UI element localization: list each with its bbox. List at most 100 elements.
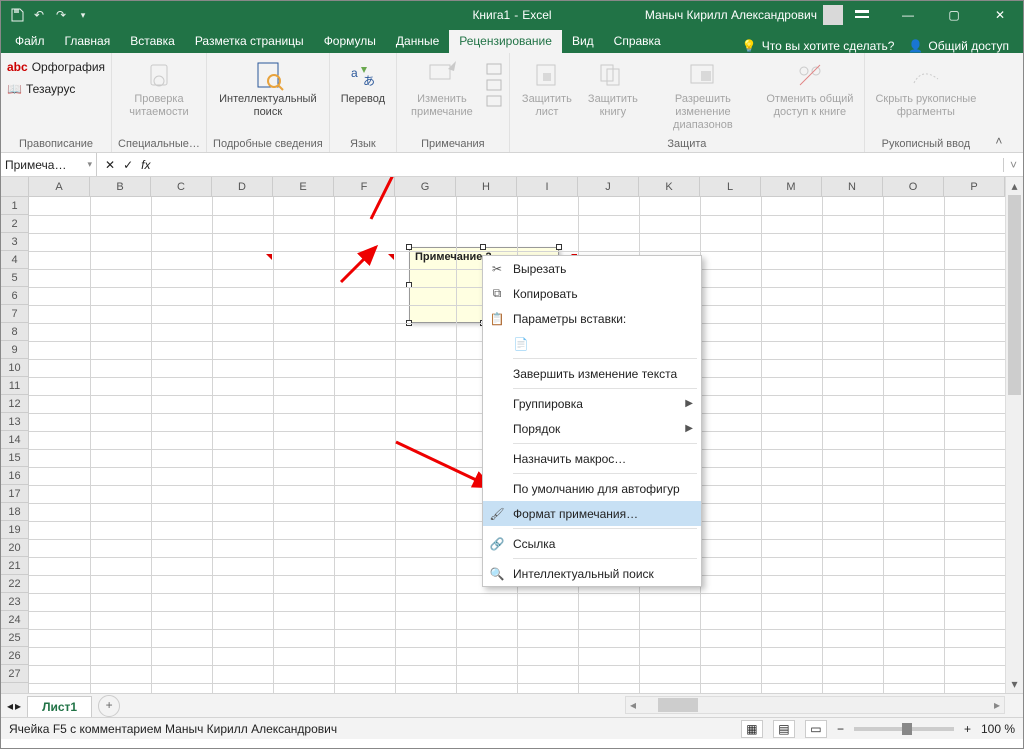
share-button[interactable]: 👤Общий доступ bbox=[908, 39, 1009, 53]
horizontal-scrollbar[interactable]: ◂▸ bbox=[625, 696, 1005, 714]
menu-smart-lookup[interactable]: 🔍Интеллектуальный поиск bbox=[483, 561, 701, 586]
title-bar: ↶ ↷ ▾ Книга1 - Excel Маныч Кирилл Алекса… bbox=[1, 1, 1023, 29]
select-all-triangle[interactable] bbox=[1, 177, 29, 197]
close-button[interactable]: ✕ bbox=[977, 1, 1023, 29]
menu-end-text-edit[interactable]: Завершить изменение текста bbox=[483, 361, 701, 386]
zoom-in-icon[interactable]: + bbox=[964, 722, 971, 736]
qat-customize-icon[interactable]: ▾ bbox=[75, 7, 91, 23]
menu-paste-option: 📄 bbox=[483, 331, 701, 356]
menu-copy[interactable]: ⧉Копировать bbox=[483, 281, 701, 306]
status-text: Ячейка F5 с комментарием Маныч Кирилл Ал… bbox=[9, 722, 337, 736]
fx-icon[interactable]: fx bbox=[141, 158, 150, 172]
page-layout-icon[interactable]: ▤ bbox=[773, 720, 795, 738]
smart-lookup-button[interactable]: Интеллектуальный поиск bbox=[213, 56, 323, 119]
expand-fx-icon[interactable]: ˅ bbox=[1003, 158, 1023, 172]
format-icon: 🖌 bbox=[489, 506, 505, 522]
group-protect-label: Защита bbox=[516, 135, 858, 152]
menu-paste-header: 📋Параметры вставки: bbox=[483, 306, 701, 331]
menu-assign-macro: Назначить макрос… bbox=[483, 446, 701, 471]
menu-format-comment[interactable]: 🖌Формат примечания… bbox=[483, 501, 701, 526]
ink-icon bbox=[910, 59, 942, 91]
menu-order[interactable]: Порядок▶ bbox=[483, 416, 701, 441]
formula-bar: Примеча…▾ ✕ ✓ fx ˅ bbox=[1, 153, 1023, 177]
redo-icon[interactable]: ↷ bbox=[53, 7, 69, 23]
ribbon-options-icon[interactable] bbox=[839, 1, 885, 29]
allow-ranges-icon bbox=[687, 59, 719, 91]
scroll-up-icon[interactable]: ▴ bbox=[1006, 177, 1023, 195]
maximize-button[interactable]: ▢ bbox=[931, 1, 977, 29]
comment-nav-icons[interactable] bbox=[485, 62, 503, 122]
ribbon: abcОрфография 📖Тезаурус Правописание Про… bbox=[1, 53, 1023, 153]
sheet-nav-next-icon[interactable]: ▸ bbox=[15, 699, 21, 713]
user-name[interactable]: Маныч Кирилл Александрович bbox=[645, 5, 843, 25]
translate-button[interactable]: aあ Перевод bbox=[336, 56, 390, 106]
unshare-icon bbox=[794, 59, 826, 91]
paste-option-icon: 📄 bbox=[513, 336, 529, 352]
accessibility-check-button: Проверка читаемости bbox=[123, 56, 195, 119]
protect-sheet-button: Защитить лист bbox=[516, 56, 578, 119]
comment-indicator bbox=[388, 254, 394, 260]
sheet-tab[interactable]: Лист1 bbox=[27, 696, 92, 717]
group-ink-label: Рукописный ввод bbox=[871, 135, 981, 152]
group-language-label: Язык bbox=[336, 135, 390, 152]
cancel-fx-icon[interactable]: ✕ bbox=[105, 158, 115, 172]
edit-comment-button: Изменить примечание bbox=[403, 56, 481, 119]
zoom-out-icon[interactable]: − bbox=[837, 722, 844, 736]
tab-formulas[interactable]: Формулы bbox=[314, 30, 386, 53]
tab-insert[interactable]: Вставка bbox=[120, 30, 185, 53]
protect-book-icon bbox=[597, 59, 629, 91]
tab-layout[interactable]: Разметка страницы bbox=[185, 30, 314, 53]
undo-icon[interactable]: ↶ bbox=[31, 7, 47, 23]
cut-icon: ✂ bbox=[489, 261, 505, 277]
context-menu: ✂Вырезать ⧉Копировать 📋Параметры вставки… bbox=[482, 255, 702, 587]
thesaurus-button[interactable]: 📖Тезаурус bbox=[7, 80, 75, 98]
page-break-icon[interactable]: ▭ bbox=[805, 720, 827, 738]
hide-ink-button: Скрыть рукописные фрагменты bbox=[871, 56, 981, 119]
vertical-scrollbar[interactable]: ▴ ▾ bbox=[1005, 177, 1023, 693]
group-insights-label: Подробные сведения bbox=[213, 135, 323, 152]
tab-file[interactable]: Файл bbox=[5, 30, 55, 53]
svg-text:a: a bbox=[351, 66, 358, 80]
ribbon-tabs: Файл Главная Вставка Разметка страницы Ф… bbox=[1, 29, 1023, 53]
smart-lookup-icon bbox=[252, 59, 284, 91]
zoom-level[interactable]: 100 % bbox=[981, 722, 1015, 736]
normal-view-icon[interactable]: ▦ bbox=[741, 720, 763, 738]
paste-icon: 📋 bbox=[489, 311, 505, 327]
tell-me[interactable]: 💡Что вы хотите сделать? bbox=[742, 39, 895, 53]
scroll-down-icon[interactable]: ▾ bbox=[1006, 675, 1023, 693]
tab-help[interactable]: Справка bbox=[604, 30, 671, 53]
copy-icon: ⧉ bbox=[489, 286, 505, 302]
accessibility-icon bbox=[143, 59, 175, 91]
tab-data[interactable]: Данные bbox=[386, 30, 449, 53]
save-icon[interactable] bbox=[9, 7, 25, 23]
menu-link: 🔗Ссылка bbox=[483, 531, 701, 556]
sheet-nav-prev-icon[interactable]: ◂ bbox=[7, 699, 13, 713]
group-comments-label: Примечания bbox=[403, 135, 503, 152]
tab-review[interactable]: Рецензирование bbox=[449, 30, 562, 53]
sheet-tab-bar: ◂▸ Лист1 + ◂▸ bbox=[1, 693, 1023, 717]
tab-home[interactable]: Главная bbox=[55, 30, 121, 53]
menu-group[interactable]: Группировка▶ bbox=[483, 391, 701, 416]
collapse-ribbon-icon[interactable]: ˄ bbox=[987, 53, 1011, 152]
window-title: Книга1 - Excel bbox=[472, 8, 551, 22]
translate-icon: aあ bbox=[347, 59, 379, 91]
tab-view[interactable]: Вид bbox=[562, 30, 604, 53]
search-icon: 🔍 bbox=[489, 566, 505, 582]
menu-set-default[interactable]: По умолчанию для автофигур bbox=[483, 476, 701, 501]
svg-text:あ: あ bbox=[363, 74, 375, 88]
protect-workbook-button: Защитить книгу bbox=[582, 56, 644, 119]
row-headers[interactable]: 1234567891011121314151617181920212223242… bbox=[1, 197, 29, 693]
spelling-button[interactable]: abcОрфография bbox=[7, 58, 105, 76]
minimize-button[interactable]: — bbox=[885, 1, 931, 29]
link-icon: 🔗 bbox=[489, 536, 505, 552]
menu-cut[interactable]: ✂Вырезать bbox=[483, 256, 701, 281]
add-sheet-button[interactable]: + bbox=[98, 695, 120, 717]
worksheet-grid[interactable]: ABCDEFGHIJKLMNOP 12345678910111213141516… bbox=[1, 177, 1023, 693]
enter-fx-icon[interactable]: ✓ bbox=[123, 158, 133, 172]
protect-sheet-icon bbox=[531, 59, 563, 91]
allow-ranges-button: Разрешить изменение диапазонов bbox=[648, 56, 758, 132]
column-headers[interactable]: ABCDEFGHIJKLMNOP bbox=[29, 177, 1005, 197]
zoom-slider[interactable] bbox=[854, 727, 954, 731]
name-box[interactable]: Примеча…▾ bbox=[1, 153, 97, 176]
group-accessibility-label: Специальные… bbox=[118, 135, 200, 152]
